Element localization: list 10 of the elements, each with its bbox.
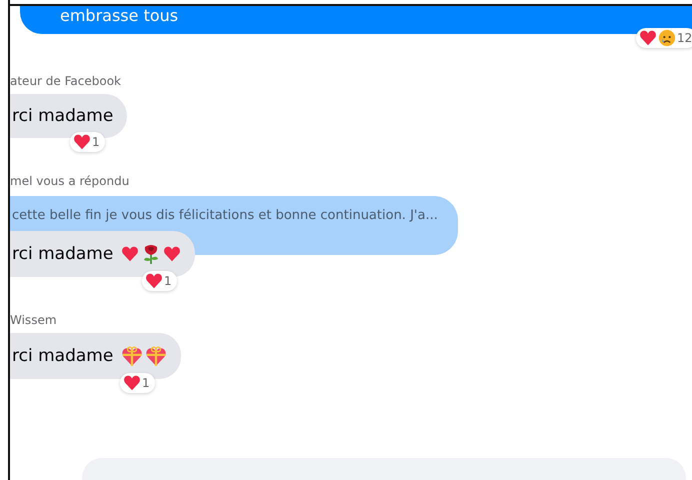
reaction-badge: 12 <box>636 28 692 48</box>
message-bubble: embrasse tous <box>20 6 692 34</box>
message-text: rci madame <box>12 106 114 126</box>
reaction-badge: 1 <box>142 271 177 291</box>
reaction-badge: 1 <box>120 373 155 393</box>
sender-name: mel vous a répondu <box>10 174 130 188</box>
reaction-badge: 1 <box>70 132 105 152</box>
sender-name: Wissem <box>10 313 58 327</box>
message-text: rci madame <box>12 346 114 366</box>
sender-name: ateur de Facebook <box>10 74 122 88</box>
